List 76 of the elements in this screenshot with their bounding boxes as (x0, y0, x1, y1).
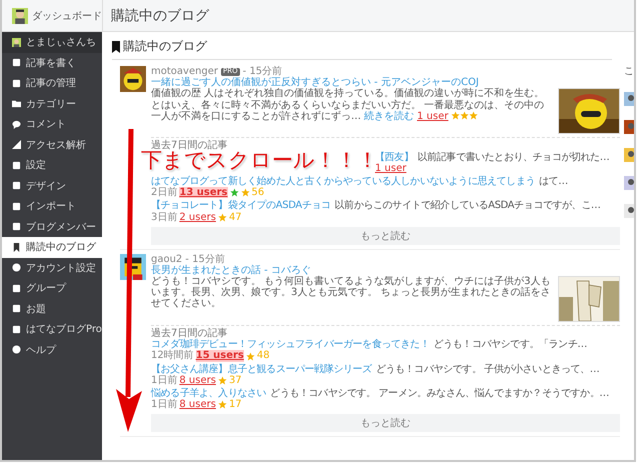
post-excerpt: 以前記事で書いたとおり、チョコが切れた… (417, 152, 610, 163)
section-heading: 購読中のブログ (112, 38, 612, 60)
post-title[interactable]: コメダ珈琲デビュー！フィッシュフライバーガーを食ってきた！ (151, 339, 430, 350)
sidebar-item[interactable]: 購読中のブログ (2, 237, 102, 258)
star-icon (240, 188, 250, 198)
post-excerpt: 価値観の歴 人はそれぞれ独自の価値観を持っている。価値観の違いが時に不和を生む。とはいえ、各々に時々不満があるくらいならまだいい方だ。 一番最悪なのは、その中の一人が不満を口にすることが許されずにずっ… 続きを読む 1 user (151, 88, 546, 124)
star-icon (246, 352, 255, 361)
post-age: 3日前 (151, 212, 178, 223)
post-title[interactable]: 【お父さん講座】息子と観るスーパー戦隊シリーズ (151, 364, 372, 375)
post-age: 2日前 (151, 187, 178, 198)
bookmark-count[interactable]: 1 user (375, 162, 406, 174)
bar-chart-icon (12, 140, 21, 150)
star-count: 17 (228, 399, 242, 410)
sidebar-item[interactable]: デザイン (2, 176, 102, 196)
post-title[interactable]: はてなブログって新しく始めた人と古くからやっている人しかいないように思えてしまう (151, 176, 536, 188)
star-icon (230, 188, 239, 198)
bookmark-icon (112, 40, 120, 52)
author-name[interactable]: gaou2 (151, 254, 182, 265)
sidebar-item[interactable]: はてなブログPro (2, 319, 102, 340)
post-time: - 15分前 (185, 254, 225, 265)
speech-bubble-icon (12, 120, 21, 129)
post-excerpt: 以前からこのサイトで紹介しているASDAチョコですが、こ… (334, 200, 602, 212)
section-label: 過去7日間の記事 (151, 140, 228, 152)
dashboard-link[interactable]: ダッシュボード (32, 8, 102, 22)
author-name[interactable]: motoavenger (151, 66, 218, 78)
star-count: 56 (252, 187, 264, 198)
star-icon (451, 110, 460, 120)
bookmark-icon (12, 242, 21, 252)
column-heading: こ (624, 65, 634, 78)
post-age: 1日前 (151, 399, 178, 410)
post-excerpt: どうも！コバヤシです。 もう何回も書いてるような気がしますが、ウチには子供が3人もいます。長男、次男、娘です。3人とも元気です。 ちょっと長男が生まれたときの話をさせてください。 (151, 276, 552, 312)
sidebar-item[interactable]: コメント (2, 114, 102, 134)
sidebar-item[interactable]: ヘルプ (2, 340, 102, 360)
sidebar-item[interactable]: ブログメンバー (2, 216, 102, 237)
star-count: 48 (256, 350, 270, 362)
sidebar-item[interactable]: アクセス解析 (2, 134, 102, 155)
post-time: - 15分前 (242, 66, 282, 77)
star-icon (460, 110, 470, 120)
bookmark-count[interactable]: 13 users (179, 187, 228, 198)
folder-icon (12, 99, 21, 108)
star-icon (469, 110, 478, 120)
post-title[interactable]: 一緒に過ごす人の価値観が正反対すぎるとつらい - 元アベンジャーのCOJ (151, 77, 620, 88)
post-excerpt: どうも！コバヤシです。 アーメン。みなさん、悩んでますか？そうですか。… (270, 388, 610, 400)
bookmark-count[interactable]: 1 user (417, 110, 448, 122)
sidebar-item[interactable]: グループ (2, 278, 102, 298)
sidebar-item[interactable]: 記事を書く (2, 52, 102, 73)
post-title[interactable]: 【チョコレート】袋タイプのASDAチョコ (151, 200, 331, 212)
read-more-button[interactable]: もっと読む (151, 226, 620, 245)
sidebar-item[interactable]: アカウント設定 (2, 258, 102, 278)
sidebar-item[interactable]: とまじぃさんち (2, 32, 102, 52)
bookmark-count[interactable]: 15 users (196, 350, 244, 362)
bookmark-count[interactable]: 8 users (179, 374, 216, 386)
page-title: 購読中のブログ (111, 6, 209, 24)
post-title[interactable]: 悩める子羊よ、入りなさい (151, 388, 266, 400)
bookmark-count[interactable]: 2 users (179, 212, 216, 223)
read-more-link[interactable]: 続きを読む (364, 110, 414, 122)
post-age: 12時間前 (151, 350, 194, 362)
star-icon (218, 212, 227, 222)
post-excerpt: どうも！コバヤシです。「ランチ… (433, 339, 588, 350)
post-title[interactable]: 長男が生まれたときの話 - コバろぐ (151, 264, 620, 276)
post-excerpt: どうも！コバヤシです。 子供が小さいときって、… (376, 364, 600, 375)
star-icon (218, 400, 227, 410)
section-label: 過去7日間の記事 (151, 328, 228, 340)
sidebar-item[interactable]: 記事の管理 (2, 73, 102, 94)
star-count: 37 (228, 374, 242, 386)
sidebar-item[interactable]: 設定 (2, 155, 102, 176)
bookmark-count[interactable]: 8 users (179, 399, 216, 410)
star-icon (218, 376, 227, 385)
sidebar-item[interactable]: カテゴリー (2, 94, 102, 114)
sidebar-item[interactable]: インポート (2, 196, 102, 216)
post-excerpt: はて… (539, 176, 569, 188)
star-count: 47 (228, 212, 242, 223)
sidebar-item[interactable]: お題 (2, 298, 102, 319)
post-age: 1日前 (151, 374, 178, 386)
post-title[interactable]: 【西友】 (375, 152, 414, 163)
read-more-button[interactable]: もっと読む (151, 414, 620, 432)
